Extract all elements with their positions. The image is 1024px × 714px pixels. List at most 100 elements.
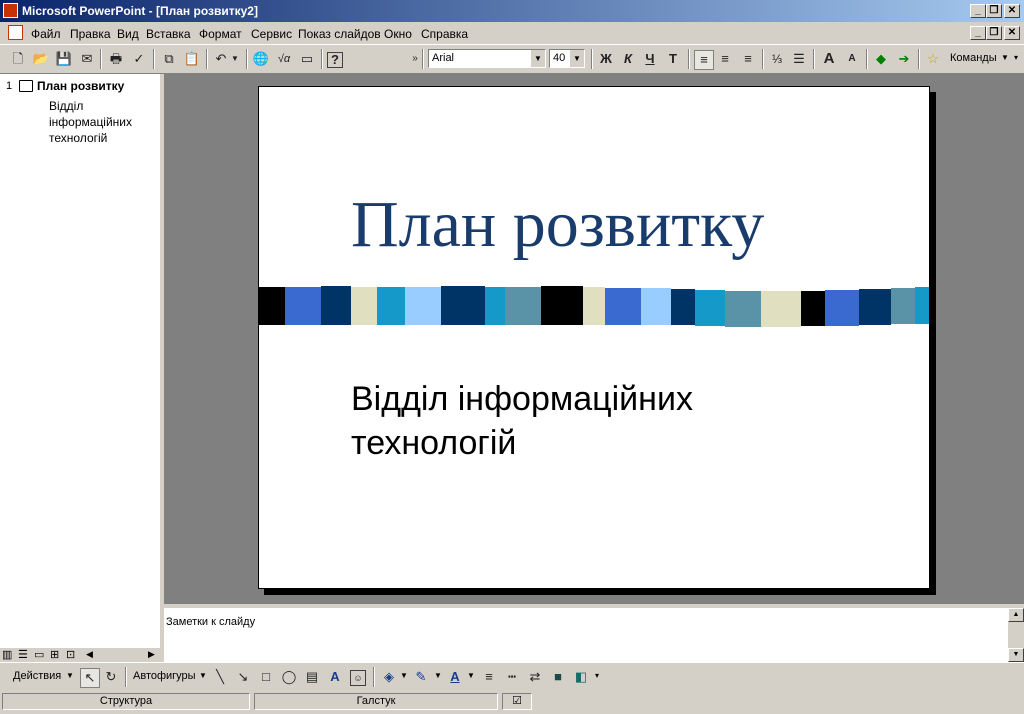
doc-close-button[interactable]: ✕ [1004, 26, 1020, 40]
powerpoint-app-icon[interactable] [3, 3, 18, 18]
promote-arrow-icon[interactable]: ◆ [872, 50, 890, 68]
open-folder-icon[interactable]: 📂 [32, 50, 50, 68]
font-color-icon[interactable]: A [446, 668, 464, 686]
spelling-status-icon[interactable]: ☑ [502, 693, 532, 710]
outline-view-icon[interactable]: ☰ [18, 648, 28, 661]
line-tool-icon[interactable]: ╲ [211, 668, 229, 686]
align-center-icon[interactable]: ≡ [716, 50, 734, 68]
menu-slideshow[interactable]: Показ слайдов [298, 27, 381, 41]
slideshow-icon[interactable]: ⊡ [66, 648, 75, 661]
new-document-icon[interactable]: 🗋 [9, 50, 27, 68]
drawing-options-icon[interactable]: ▾ [595, 671, 599, 680]
toolbar: 🗋 📂 💾 ✉ 🖶 ✓ ⧉ 📋 ↶ ▼ 🌐 √α ▭ ? » Arial ▼ 4… [0, 45, 1024, 74]
select-pointer-icon[interactable]: ↖ [80, 668, 100, 688]
hyperlink-globe-icon[interactable]: 🌐 [252, 50, 270, 68]
line-color-dropdown-icon[interactable]: ▼ [434, 671, 442, 680]
status-bar: Структура Галстук ☑ [0, 690, 1024, 714]
3d-icon[interactable]: ◧ [572, 668, 590, 686]
help-icon[interactable]: ? [327, 52, 343, 68]
menu-help[interactable]: Справка [421, 27, 468, 41]
commands-menu[interactable]: Команды [950, 52, 997, 64]
outline-pane[interactable]: 1 План розвитку Відділ інформаційних тех… [0, 74, 161, 648]
undo-dropdown-icon[interactable]: ▼ [230, 50, 240, 68]
arrow-tool-icon[interactable]: ↘ [234, 668, 252, 686]
line-color-icon[interactable]: ✎ [412, 668, 430, 686]
underline-button[interactable]: Ч [641, 50, 659, 68]
autoshapes-dropdown-icon[interactable]: ▼ [199, 671, 207, 680]
fill-color-icon[interactable]: ◈ [380, 668, 398, 686]
scroll-down-icon[interactable]: ▼ [1008, 648, 1024, 662]
doc-restore-button[interactable]: ❐ [986, 26, 1002, 40]
normal-view-icon[interactable]: ▥ [2, 648, 12, 661]
tie-stripe-band [259, 286, 929, 327]
free-rotate-icon[interactable]: ↻ [102, 668, 120, 686]
demote-arrow-icon[interactable]: ➔ [895, 50, 913, 68]
outline-slide-title[interactable]: План розвитку [37, 79, 124, 93]
fill-color-dropdown-icon[interactable]: ▼ [400, 671, 408, 680]
slide-body[interactable]: Відділ інформаційних технологій [351, 377, 871, 465]
menu-format[interactable]: Формат [199, 27, 242, 41]
equation-icon[interactable]: √α [275, 50, 293, 68]
rectangle-tool-icon[interactable]: □ [257, 668, 275, 686]
increase-font-icon[interactable]: A [820, 50, 838, 68]
textbox-tool-icon[interactable]: ▤ [303, 668, 321, 686]
scroll-up-icon[interactable]: ▲ [1008, 608, 1024, 622]
notes-pane[interactable]: Заметки к слайду ▲ ▼ [164, 606, 1024, 662]
close-button[interactable]: ✕ [1004, 4, 1020, 18]
text-shadow-icon[interactable]: T [664, 50, 682, 68]
arrow-style-icon[interactable]: ⇄ [526, 668, 544, 686]
scroll-right-icon[interactable]: ▶ [148, 649, 155, 660]
decrease-font-icon[interactable]: A [843, 50, 861, 68]
menu-insert[interactable]: Вставка [146, 27, 191, 41]
font-name-dropdown-icon[interactable]: ▼ [530, 50, 545, 67]
document-icon[interactable] [8, 25, 23, 40]
minimize-button[interactable]: _ [970, 4, 986, 18]
menu-view[interactable]: Вид [117, 27, 139, 41]
shadow-icon[interactable]: ■ [549, 668, 567, 686]
spelling-icon[interactable]: ✓ [130, 50, 148, 68]
outline-slide-body[interactable]: Відділ інформаційних технологій [49, 98, 159, 146]
wordart-icon[interactable]: A [326, 668, 344, 686]
print-icon[interactable]: 🖶 [107, 50, 125, 68]
doc-minimize-button[interactable]: _ [970, 26, 986, 40]
actions-dropdown-icon[interactable]: ▼ [66, 671, 74, 680]
slide-view-icon[interactable]: ▭ [34, 648, 44, 661]
restore-button[interactable]: ❐ [986, 4, 1002, 18]
align-right-icon[interactable]: ≡ [739, 50, 757, 68]
email-icon[interactable]: ✉ [78, 50, 96, 68]
animation-star-icon[interactable]: ☆ [924, 50, 942, 68]
autoshapes-menu[interactable]: Автофигуры [133, 670, 196, 682]
save-icon[interactable]: 💾 [55, 50, 73, 68]
bold-button[interactable]: Ж [597, 50, 615, 68]
font-name-combo[interactable]: Arial ▼ [428, 49, 546, 68]
align-left-icon[interactable]: ≡ [694, 50, 714, 70]
line-style-icon[interactable]: ≡ [480, 668, 498, 686]
menu-edit[interactable]: Правка [70, 27, 111, 41]
italic-button[interactable]: К [619, 50, 637, 68]
slide-sorter-icon[interactable]: ⊞ [50, 648, 59, 661]
toolbar-separator [762, 49, 764, 69]
toolbar-options-icon[interactable]: ▾ [1014, 53, 1018, 62]
bullets-icon[interactable]: ☰ [790, 50, 808, 68]
slide-canvas[interactable]: План розвитку Відділ інформаційних техно… [258, 86, 930, 589]
dash-style-icon[interactable]: ┅ [503, 668, 521, 686]
clipart-icon[interactable]: ☺ [350, 670, 366, 686]
notes-scrollbar[interactable]: ▲ ▼ [1008, 608, 1024, 662]
font-size-dropdown-icon[interactable]: ▼ [569, 50, 584, 67]
font-color-dropdown-icon[interactable]: ▼ [467, 671, 475, 680]
slide-title[interactable]: План розвитку [351, 187, 764, 263]
paste-icon[interactable]: 📋 [183, 50, 201, 68]
scroll-left-icon[interactable]: ◀ [86, 649, 93, 660]
copy-icon[interactable]: ⧉ [160, 50, 178, 68]
font-size-combo[interactable]: 40 ▼ [549, 49, 585, 68]
commands-dropdown-icon[interactable]: ▼ [1001, 53, 1009, 62]
actions-menu[interactable]: Действия [13, 670, 61, 682]
menu-window[interactable]: Окно [384, 27, 412, 41]
menu-tools[interactable]: Сервис [251, 27, 292, 41]
oval-tool-icon[interactable]: ◯ [280, 668, 298, 686]
slide-icon[interactable] [19, 80, 33, 92]
new-slide-icon[interactable]: ▭ [298, 50, 316, 68]
numbering-icon[interactable]: ⅓ [768, 50, 786, 68]
menu-file[interactable]: Файл [31, 27, 61, 41]
undo-icon[interactable]: ↶ [212, 50, 230, 68]
